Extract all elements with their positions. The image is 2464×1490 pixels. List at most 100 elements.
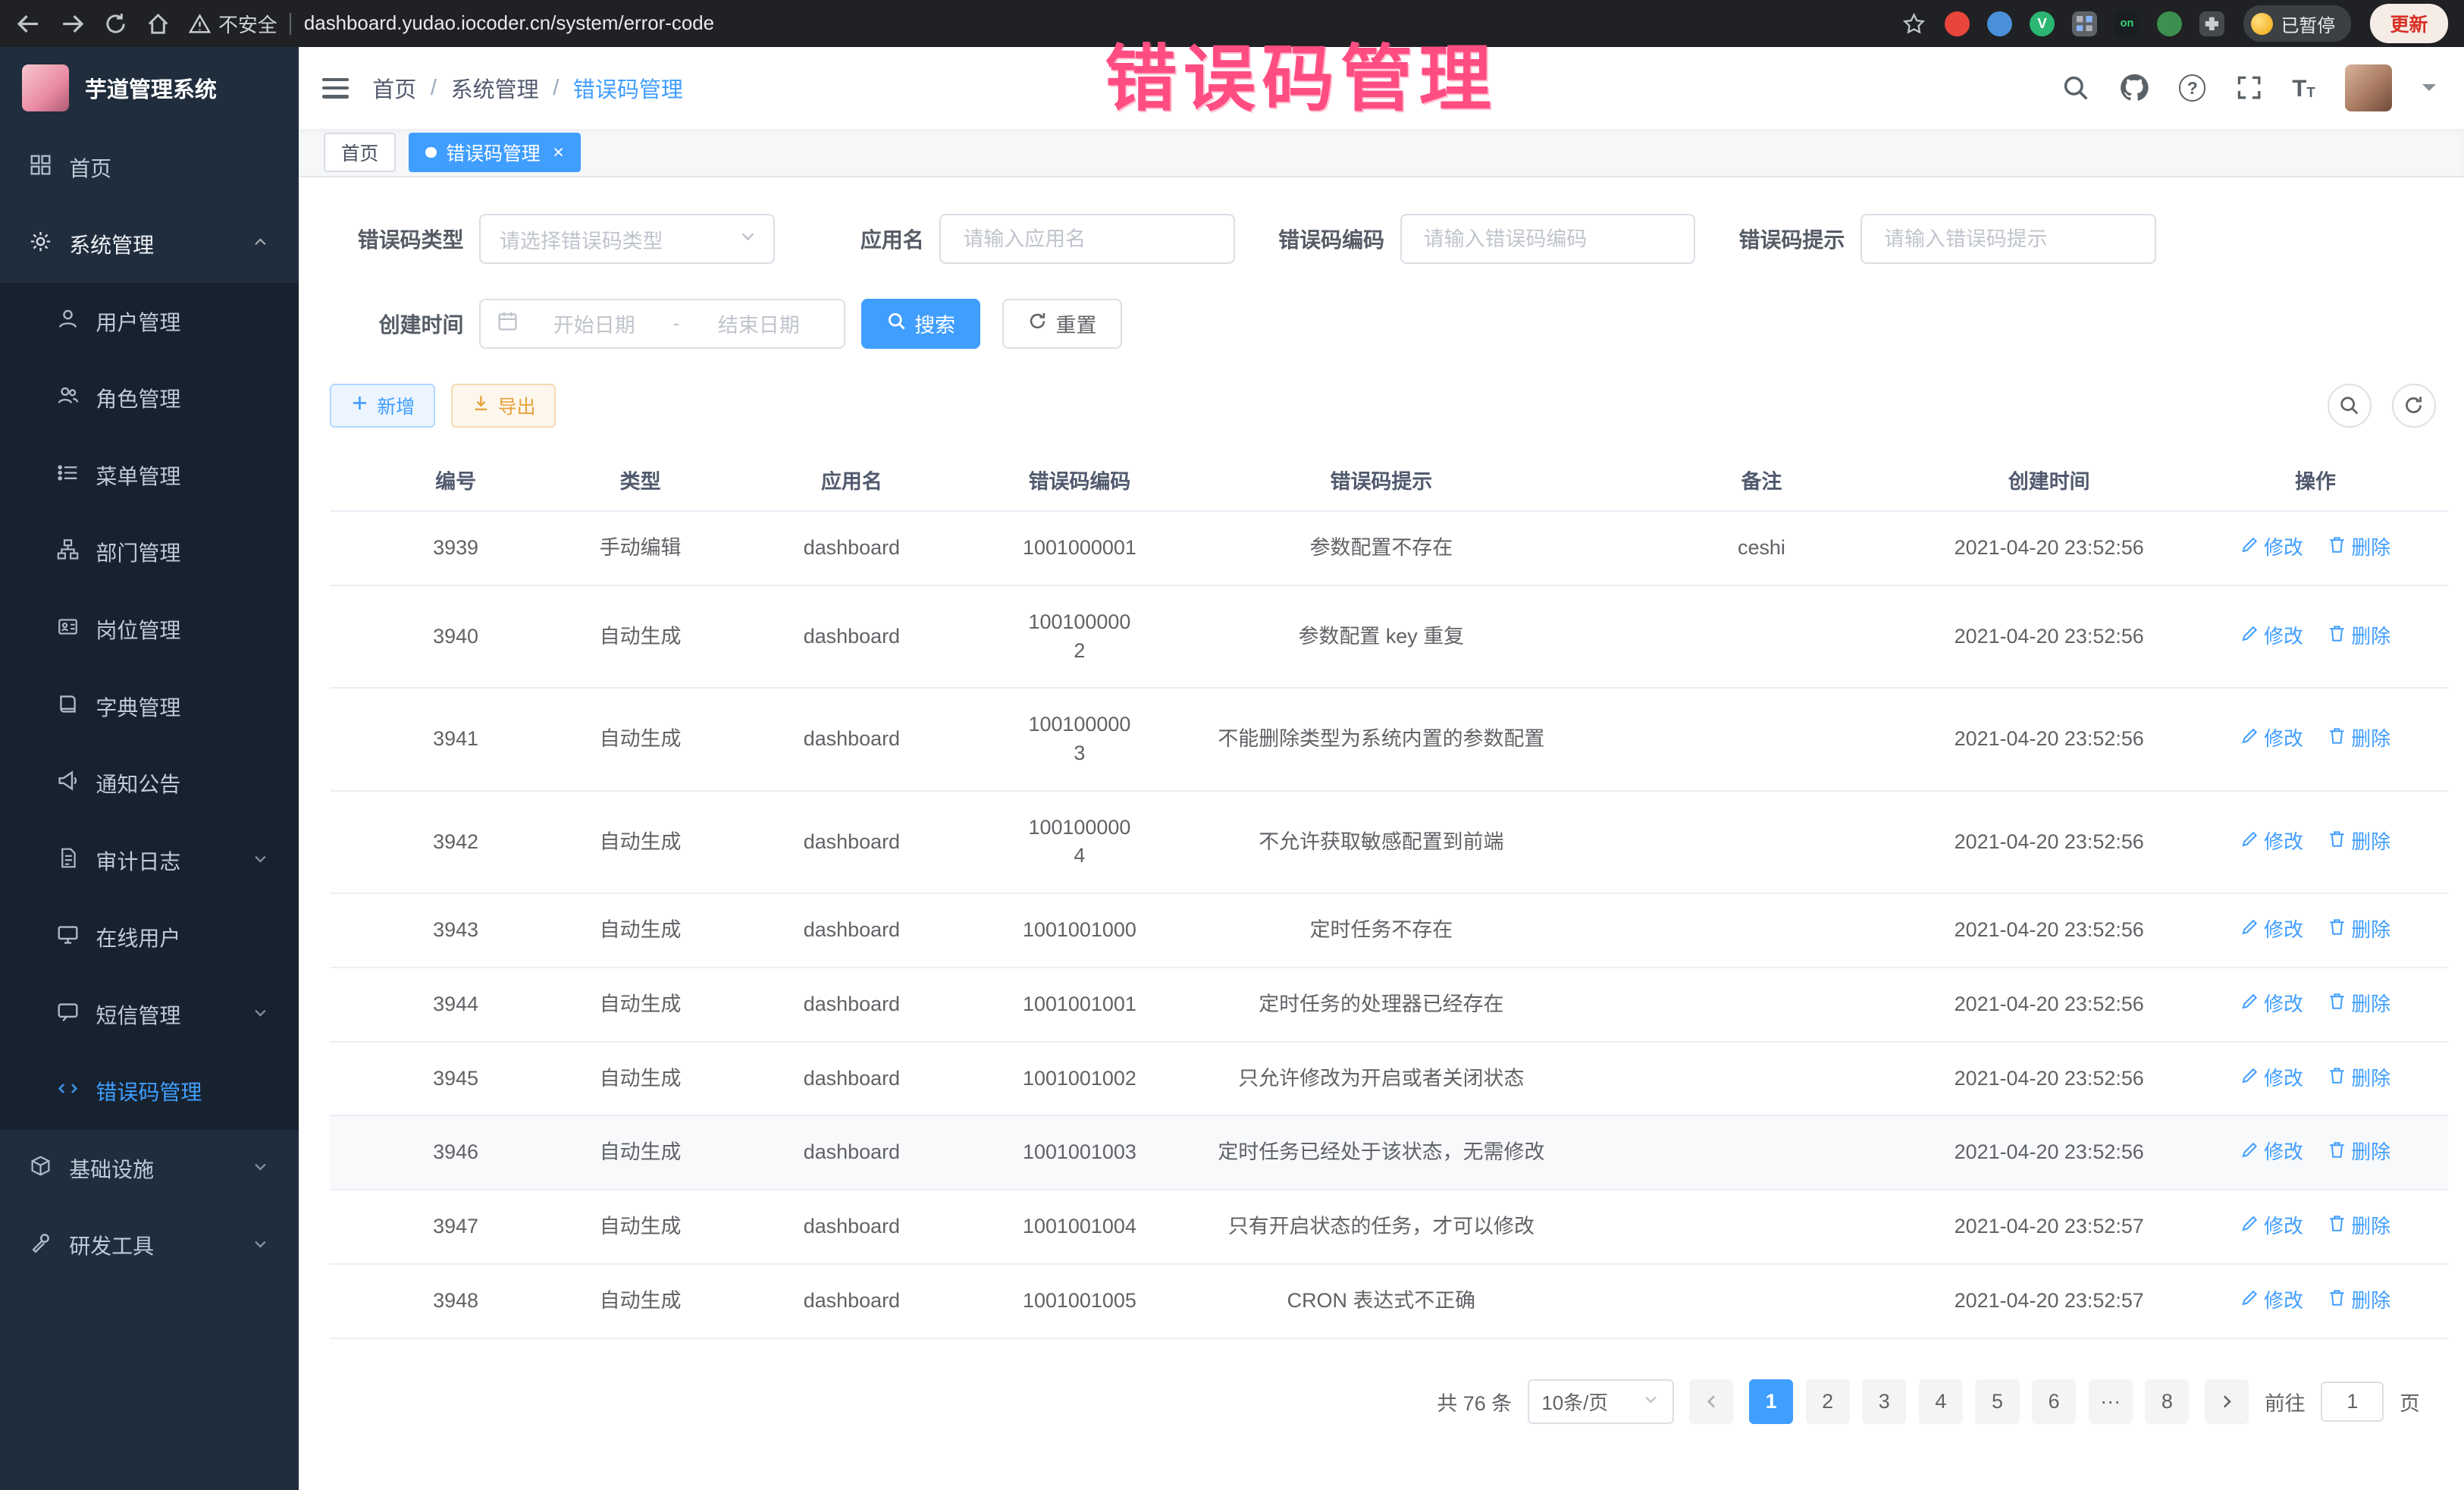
- toggle-search-button[interactable]: [2328, 384, 2372, 428]
- sidebar-item-home[interactable]: 首页: [0, 129, 299, 206]
- reset-button[interactable]: 重置: [1002, 299, 1121, 349]
- sidebar-item-positions[interactable]: 岗位管理: [0, 591, 299, 668]
- edit-link[interactable]: 修改: [2240, 829, 2303, 856]
- delete-link[interactable]: 删除: [2328, 623, 2390, 651]
- font-size-icon[interactable]: [2292, 77, 2315, 100]
- sidebar-item-audit-log[interactable]: 审计日志: [0, 822, 299, 899]
- sidebar-item-error-code[interactable]: 错误码管理: [0, 1053, 299, 1131]
- delete-link[interactable]: 删除: [2328, 1213, 2390, 1241]
- page-size-select[interactable]: 10条/页: [1528, 1379, 1674, 1423]
- app-name-input[interactable]: [960, 225, 1215, 252]
- edit-link[interactable]: 修改: [2240, 535, 2303, 562]
- delete-link[interactable]: 删除: [2328, 991, 2390, 1018]
- error-msg-input[interactable]: [1881, 225, 2136, 252]
- pager-more[interactable]: ···: [2089, 1379, 2133, 1423]
- extension-blue-icon[interactable]: [1987, 11, 2012, 36]
- browser-update-button[interactable]: 更新: [2370, 4, 2449, 44]
- pager-page-4[interactable]: 4: [1919, 1379, 1963, 1423]
- breadcrumb-system[interactable]: 系统管理: [451, 72, 539, 104]
- sidebar-item-notices[interactable]: 通知公告: [0, 745, 299, 822]
- edit-link[interactable]: 修改: [2240, 917, 2303, 944]
- edit-link[interactable]: 修改: [2240, 726, 2303, 753]
- delete-link[interactable]: 删除: [2328, 829, 2390, 856]
- fullscreen-icon[interactable]: [2236, 74, 2262, 101]
- tab-home[interactable]: 首页: [324, 133, 396, 172]
- bookmark-star-icon[interactable]: [1902, 12, 1926, 36]
- browser-refresh-icon[interactable]: [104, 12, 127, 36]
- cell-actions: 修改 删除: [2183, 703, 2448, 776]
- delete-link[interactable]: 删除: [2328, 1065, 2390, 1093]
- extension-grid-icon[interactable]: [2072, 11, 2097, 36]
- pager-page-8[interactable]: 8: [2145, 1379, 2189, 1423]
- delete-link[interactable]: 删除: [2328, 1139, 2390, 1166]
- pager-page-6[interactable]: 6: [2032, 1379, 2076, 1423]
- cell-msg: 参数配置 key 重复: [1155, 601, 1607, 673]
- sidebar-item-roles[interactable]: 角色管理: [0, 360, 299, 438]
- filter-app-label: 应用名: [791, 224, 940, 254]
- tags-view-bar: 首页 错误码管理: [299, 129, 2464, 177]
- sidebar-toggle-icon[interactable]: [322, 78, 349, 99]
- error-code-input[interactable]: [1421, 225, 1676, 252]
- address-bar[interactable]: 不安全 dashboard.yudao.iocoder.cn/system/er…: [189, 10, 1884, 38]
- github-icon[interactable]: [2119, 73, 2149, 102]
- edit-link[interactable]: 修改: [2240, 1139, 2303, 1166]
- sidebar-item-users[interactable]: 用户管理: [0, 283, 299, 360]
- paused-badge[interactable]: 已暂停: [2243, 5, 2351, 41]
- select-chevron-icon: [738, 227, 757, 251]
- edit-link[interactable]: 修改: [2240, 1288, 2303, 1315]
- sidebar-item-sms[interactable]: 短信管理: [0, 976, 299, 1053]
- book-icon: [57, 693, 79, 720]
- delete-link[interactable]: 删除: [2328, 535, 2390, 562]
- browser-home-icon[interactable]: [146, 12, 170, 36]
- search-button[interactable]: 搜索: [861, 299, 980, 349]
- pager-prev-button[interactable]: [1689, 1379, 1733, 1423]
- security-warning-icon[interactable]: 不安全: [189, 10, 277, 38]
- sidebar-item-menus[interactable]: 菜单管理: [0, 437, 299, 514]
- edit-link[interactable]: 修改: [2240, 1065, 2303, 1093]
- edit-link[interactable]: 修改: [2240, 1213, 2303, 1241]
- browser-back-icon[interactable]: [16, 13, 41, 35]
- total-count: 共 76 条: [1437, 1387, 1512, 1416]
- help-icon[interactable]: [2179, 74, 2205, 101]
- search-icon[interactable]: [2061, 74, 2089, 102]
- error-code-table: 编号 类型 应用名 错误码编码 错误码提示 备注 创建时间 操作 3939 手动…: [330, 450, 2448, 1339]
- pager-next-button[interactable]: [2205, 1379, 2249, 1423]
- add-button[interactable]: 新增: [330, 384, 435, 428]
- sidebar-item-dictionary[interactable]: 字典管理: [0, 668, 299, 745]
- extension-on-badge-icon[interactable]: on: [2114, 11, 2140, 36]
- pager-page-5[interactable]: 5: [1975, 1379, 2019, 1423]
- tab-error-code[interactable]: 错误码管理: [409, 133, 582, 172]
- sidebar-item-dev-tools[interactable]: 研发工具: [0, 1207, 299, 1285]
- pager-page-1[interactable]: 1: [1749, 1379, 1793, 1423]
- url-text[interactable]: dashboard.yudao.iocoder.cn/system/error-…: [304, 13, 714, 35]
- refresh-table-button[interactable]: [2392, 384, 2436, 428]
- export-button[interactable]: 导出: [451, 384, 556, 428]
- extension-paw-icon[interactable]: [2157, 11, 2182, 36]
- extension-puzzle-icon[interactable]: [2199, 11, 2224, 36]
- browser-forward-icon[interactable]: [60, 13, 85, 35]
- sidebar-item-online-users[interactable]: 在线用户: [0, 899, 299, 976]
- edit-link[interactable]: 修改: [2240, 991, 2303, 1018]
- edit-link[interactable]: 修改: [2240, 623, 2303, 651]
- sidebar-item-departments[interactable]: 部门管理: [0, 514, 299, 591]
- page-jump-input[interactable]: [2321, 1382, 2384, 1423]
- sidebar-item-infrastructure[interactable]: 基础设施: [0, 1130, 299, 1207]
- error-type-select[interactable]: 请选择错误码类型: [479, 214, 775, 264]
- avatar-caret-icon[interactable]: [2422, 84, 2436, 98]
- delete-link[interactable]: 删除: [2328, 726, 2390, 753]
- date-range-picker[interactable]: 开始日期 - 结束日期: [479, 299, 845, 349]
- user-avatar[interactable]: [2345, 64, 2392, 111]
- extension-adblock-icon[interactable]: [1945, 11, 1970, 36]
- pager-page-3[interactable]: 3: [1862, 1379, 1906, 1423]
- sidebar-item-system[interactable]: 系统管理: [0, 205, 299, 283]
- cell-type: 自动生成: [582, 601, 699, 673]
- delete-link[interactable]: 删除: [2328, 917, 2390, 944]
- pager-page-2[interactable]: 2: [1806, 1379, 1850, 1423]
- breadcrumb-current[interactable]: 错误码管理: [573, 72, 683, 104]
- extension-green-v-icon[interactable]: V: [2030, 11, 2055, 36]
- app-logo[interactable]: 芋道管理系统: [0, 47, 299, 129]
- breadcrumb-home[interactable]: 首页: [372, 72, 416, 104]
- cell-code: 1001000001: [1004, 512, 1155, 585]
- tab-close-icon[interactable]: [553, 143, 564, 162]
- delete-link[interactable]: 删除: [2328, 1288, 2390, 1315]
